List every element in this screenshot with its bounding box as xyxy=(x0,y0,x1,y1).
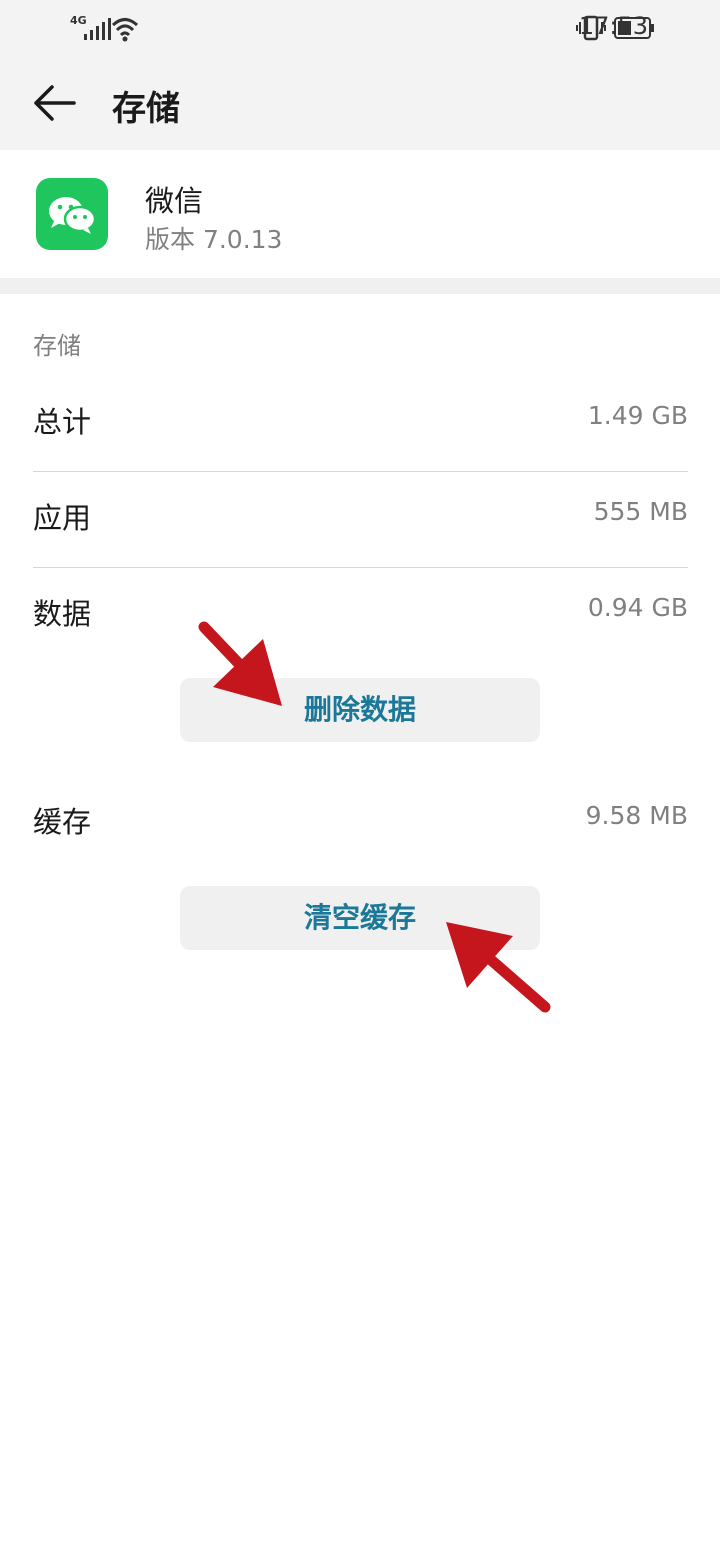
status-bar: 4G 17:53 xyxy=(0,0,720,56)
storage-row-data: 数据 0.94 GB xyxy=(33,567,688,663)
row-label: 总计 xyxy=(33,405,92,439)
row-label: 数据 xyxy=(33,597,92,631)
back-arrow-icon xyxy=(34,85,76,121)
app-bar: 存储 xyxy=(0,56,720,150)
row-value: 1.49 GB xyxy=(587,401,688,430)
wifi-icon xyxy=(111,18,139,42)
section-header-storage: 存储 xyxy=(33,332,81,360)
app-header: 微信 版本 7.0.13 xyxy=(0,150,720,278)
app-version: 版本 7.0.13 xyxy=(145,225,283,254)
section-divider xyxy=(0,278,720,294)
row-label: 缓存 xyxy=(33,805,92,839)
storage-row-total: 总计 1.49 GB xyxy=(33,375,688,472)
row-value: 9.58 MB xyxy=(585,801,688,830)
clear-cache-button[interactable]: 清空缓存 xyxy=(180,886,540,950)
row-label: 应用 xyxy=(33,501,92,535)
delete-data-button[interactable]: 删除数据 xyxy=(180,678,540,742)
storage-row-app: 应用 555 MB xyxy=(33,471,688,568)
status-time: 17:53 xyxy=(578,12,648,40)
wechat-logo xyxy=(49,197,97,234)
app-name: 微信 xyxy=(145,184,204,218)
row-value: 0.94 GB xyxy=(587,593,688,622)
back-button[interactable] xyxy=(30,78,80,128)
row-value: 555 MB xyxy=(593,497,688,526)
wechat-icon xyxy=(36,178,108,250)
storage-row-cache: 缓存 9.58 MB xyxy=(33,775,688,871)
page-title: 存储 xyxy=(112,89,180,129)
